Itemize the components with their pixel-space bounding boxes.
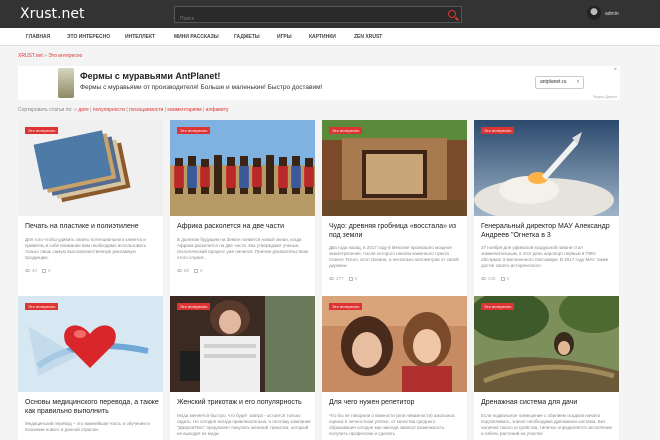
article-stats: 40 0: [25, 268, 51, 273]
article-description: Мода меняется быстро, что будет завтра -…: [177, 413, 311, 436]
nav-item-home[interactable]: ГЛАВНАЯ: [26, 34, 50, 40]
category-tag[interactable]: Это интересно: [25, 127, 59, 134]
like-icon[interactable]: [42, 268, 47, 273]
eye-icon: [25, 269, 30, 273]
article-card[interactable]: Это интересно Дренажная система для дачи…: [474, 296, 619, 440]
article-title[interactable]: Для чего нужен репетитор: [329, 398, 463, 407]
like-icon[interactable]: [194, 268, 199, 273]
article-description: Если подвальное помещение с обилием осад…: [481, 413, 613, 436]
nav-item-interesting[interactable]: ЭТО ИНТЕРЕСНО: [67, 34, 110, 40]
breadcrumb-separator: »: [44, 53, 47, 59]
article-title[interactable]: Африка расколется на две части: [177, 222, 311, 231]
article-stats: 277 0: [329, 276, 357, 281]
eye-icon: [177, 269, 182, 273]
breadcrumb-current: Это интересно: [48, 53, 83, 59]
article-stats: 245 0: [481, 276, 509, 281]
nav-item-intellect[interactable]: ИНТЕЛЛЕКТ: [125, 34, 155, 40]
nav-item-games[interactable]: ИГРЫ: [277, 34, 292, 40]
article-stats: 50 0: [177, 268, 203, 273]
top-bar: Xrust.net admin: [0, 0, 660, 28]
nav-item-pictures[interactable]: КАРТИНКИ: [309, 34, 336, 40]
search-input[interactable]: [175, 11, 435, 27]
sort-option-comments[interactable]: комментариям: [167, 107, 201, 113]
sort-label: Сортировать статьи по:: [18, 107, 73, 113]
article-image[interactable]: [474, 296, 619, 392]
sort-option-alphabet[interactable]: алфавиту: [206, 107, 229, 113]
article-image[interactable]: [170, 296, 315, 392]
ad-image[interactable]: [58, 68, 74, 98]
article-image[interactable]: [322, 120, 467, 216]
ad-banner[interactable]: Фермы с муравьями AntPlanet! Фермы с мур…: [18, 66, 620, 100]
view-count: 277: [336, 276, 344, 281]
article-image[interactable]: [18, 296, 163, 392]
article-title[interactable]: Печать на пластике и полиэтилене: [25, 222, 159, 231]
like-count: 0: [200, 268, 203, 273]
sort-option-visits[interactable]: посещаемости: [129, 107, 163, 113]
main-content: XRUST.net » Это интересно Фермы с муравь…: [0, 46, 660, 440]
category-tag[interactable]: Это интересно: [329, 127, 363, 134]
username[interactable]: admin: [605, 11, 619, 17]
category-tag[interactable]: Это интересно: [177, 303, 211, 310]
search-icon[interactable]: [448, 10, 456, 18]
close-icon[interactable]: ×: [613, 67, 617, 73]
main-nav: ГЛАВНАЯ ЭТО ИНТЕРЕСНО ИНТЕЛЛЕКТ МИНИ РАС…: [0, 28, 660, 46]
article-description: Медицинский перевод – это важнейшая част…: [25, 421, 150, 432]
article-card[interactable]: Это интересно Основы медицинского перево…: [18, 296, 163, 440]
article-description: Для того чтобы удивить своего потенциаль…: [25, 237, 146, 260]
article-description: Два года назад, в 2017 году в Мексике пр…: [329, 245, 459, 268]
category-tag[interactable]: Это интересно: [177, 127, 211, 134]
ad-button[interactable]: antplanet.ru ›: [535, 76, 584, 89]
like-count: 0: [506, 276, 510, 281]
search-box[interactable]: [174, 6, 462, 27]
article-description: 27 ноября для уфимской воздушной гавани …: [481, 245, 609, 268]
sort-option-date[interactable]: дате: [78, 107, 89, 113]
view-count: 50: [184, 268, 190, 273]
article-card[interactable]: Это интересно Женский трикотаж и его поп…: [170, 296, 315, 440]
ad-text[interactable]: Фермы с муравьями от производителя! Боль…: [80, 84, 322, 91]
article-title[interactable]: Чудо: древняя гробница «восстала» из под…: [329, 222, 463, 240]
view-count: 40: [32, 268, 38, 273]
article-description: Что бы не говорили о важности (или неваж…: [329, 413, 455, 436]
nav-item-gadgets[interactable]: ГАДЖЕТЫ: [234, 34, 260, 40]
ad-title[interactable]: Фермы с муравьями AntPlanet!: [80, 71, 220, 81]
ad-source: Яндекс.Директ: [592, 95, 617, 99]
category-tag[interactable]: Это интересно: [329, 303, 363, 310]
article-title[interactable]: Дренажная система для дачи: [481, 398, 615, 407]
like-count: 0: [48, 268, 51, 273]
article-title[interactable]: Генеральный директор МАУ Александр Андре…: [481, 222, 615, 240]
article-image[interactable]: [170, 120, 315, 216]
category-tag[interactable]: Это интересно: [25, 303, 59, 310]
sort-bar: Сортировать статьи по: » дате | популярн…: [18, 107, 229, 113]
breadcrumb-home[interactable]: XRUST.net: [18, 53, 43, 59]
nav-item-zen[interactable]: ZEN XRUST: [354, 34, 382, 40]
sort-option-popularity[interactable]: популярности: [93, 107, 125, 113]
eye-icon: [481, 277, 486, 281]
ad-button-label: antplanet.ru: [540, 79, 567, 85]
category-tag[interactable]: Это интересно: [481, 127, 515, 134]
like-icon[interactable]: [348, 276, 353, 281]
eye-icon: [329, 277, 334, 281]
breadcrumb: XRUST.net » Это интересно: [18, 53, 82, 59]
avatar[interactable]: [587, 6, 601, 20]
article-image[interactable]: [474, 120, 619, 216]
nav-item-mini-stories[interactable]: МИНИ РАССКАЗЫ: [174, 34, 219, 40]
like-count: 0: [354, 276, 358, 281]
view-count: 245: [488, 276, 496, 281]
article-image[interactable]: [322, 296, 467, 392]
category-tag[interactable]: Это интересно: [481, 303, 515, 310]
article-image[interactable]: [18, 120, 163, 216]
article-title[interactable]: Основы медицинского перевода, а также ка…: [25, 398, 159, 416]
site-logo[interactable]: Xrust.net: [20, 6, 84, 22]
like-icon[interactable]: [500, 276, 505, 281]
chevron-right-icon: ›: [577, 79, 579, 85]
article-card[interactable]: Это интересно Для чего нужен репетитор Ч…: [322, 296, 467, 440]
article-title[interactable]: Женский трикотаж и его популярность: [177, 398, 311, 407]
article-description: В далеком будущем на Земле появится новы…: [177, 237, 309, 260]
